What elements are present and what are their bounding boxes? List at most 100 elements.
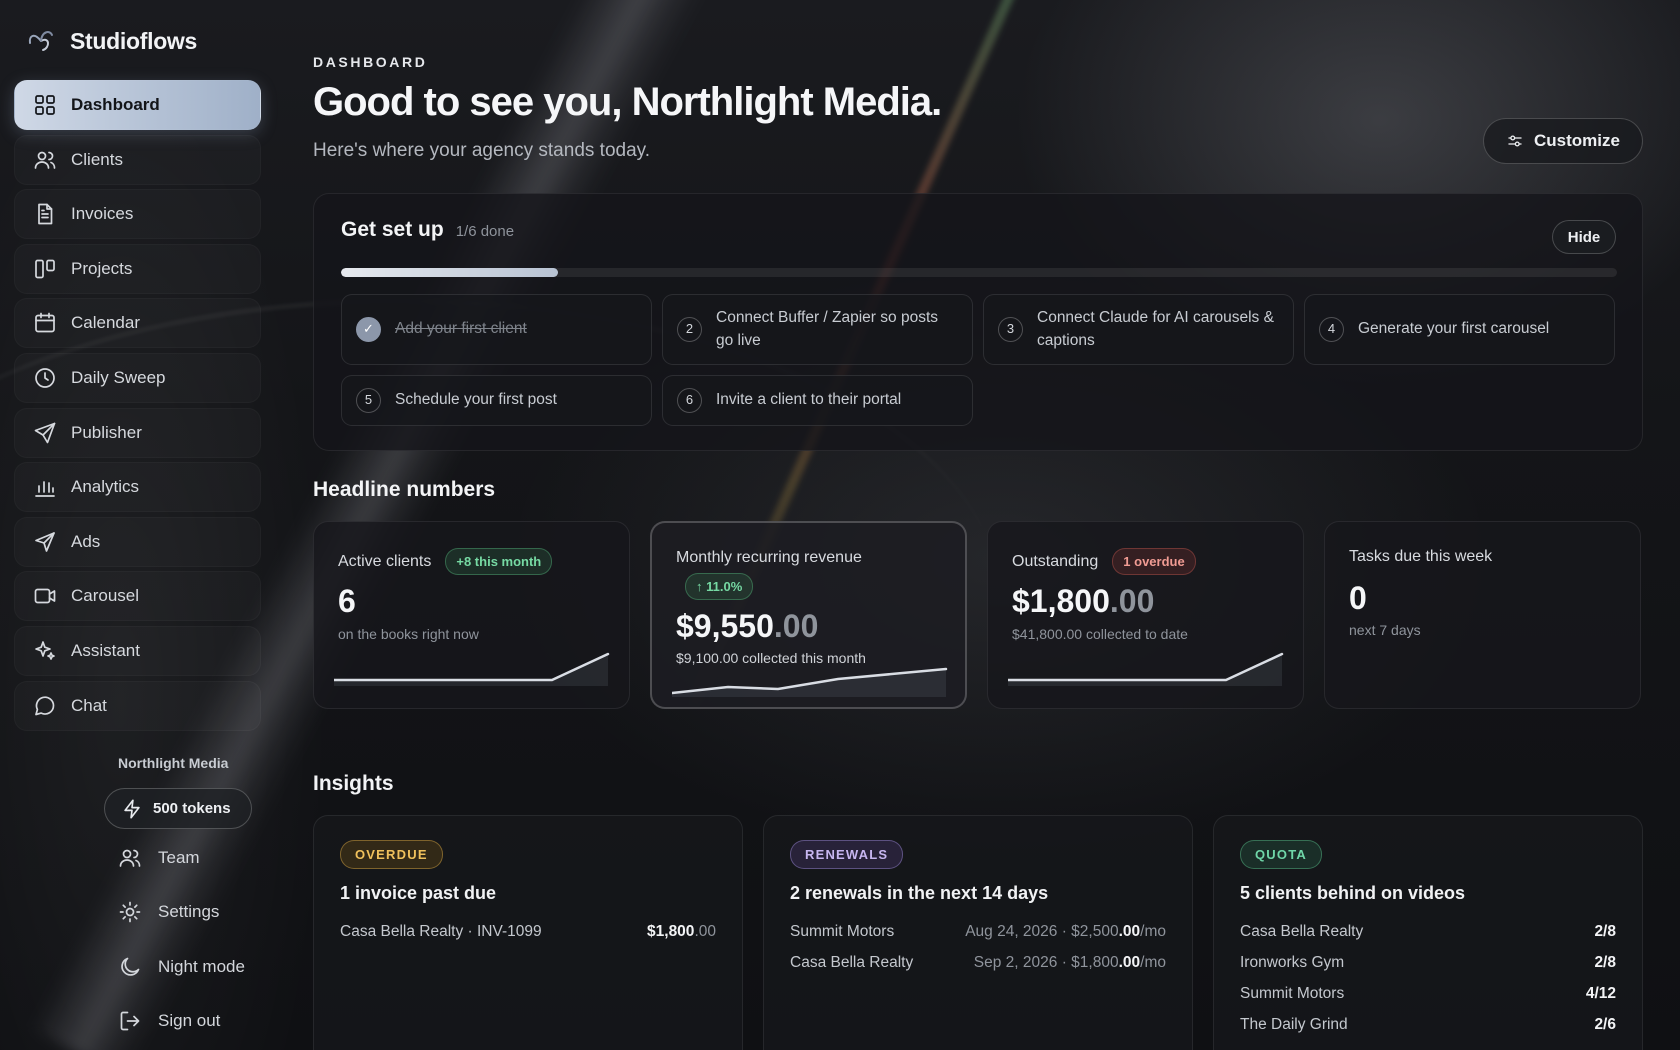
insight-title: 5 clients behind on videos <box>1240 883 1466 903</box>
brand[interactable]: Studioflows <box>26 26 197 56</box>
row-value: 2/8 <box>1594 953 1616 971</box>
navigation-icon <box>35 531 55 552</box>
users-icon <box>34 151 56 169</box>
brand-name: Studioflows <box>70 27 198 54</box>
lightning-icon <box>124 798 140 819</box>
row-amount: $1,800.00 <box>647 922 716 940</box>
sidebar-item-assistant[interactable]: Assistant <box>14 626 261 676</box>
metric-label-row: Active clients +8 this month <box>338 548 553 575</box>
insight-card-quota[interactable]: QUOTA 5 clients behind on videos Casa Be… <box>1213 815 1643 1050</box>
row-detail: Sep 2, 2026 · $1,800.00/mo <box>973 953 1166 971</box>
main-content: DASHBOARD Good to see you, Northlight Me… <box>313 0 1643 1050</box>
insight-card-renewals[interactable]: RENEWALS 2 renewals in the next 14 days … <box>763 815 1193 1050</box>
sidebar-item-label: Ads <box>71 531 101 551</box>
insight-row[interactable]: Casa Bella Realty · INV-1099 $1,800.00 <box>340 916 716 947</box>
sidebar-item-label: Invoices <box>71 204 134 224</box>
hide-setup-button[interactable]: Hide <box>1552 220 1616 254</box>
metric-value: 0 <box>1349 580 1367 616</box>
step-text: Connect Claude for AI carousels & captio… <box>1037 309 1274 349</box>
metric-sub: on the books right now <box>338 626 479 642</box>
step-number: 3 <box>998 317 1023 342</box>
insight-row[interactable]: The Daily Grind 2/6 <box>1240 1009 1616 1040</box>
setup-step-1[interactable]: ✓ Add your first client <box>341 294 652 365</box>
sign-out-icon <box>120 1011 140 1031</box>
setup-step-4[interactable]: 4 Generate your first carousel <box>1304 294 1615 365</box>
sidebar-item-label: Chat <box>71 695 107 715</box>
insight-rows: Casa Bella Realty 2/8 Ironworks Gym 2/8 … <box>1240 916 1616 1040</box>
sign-out-link[interactable]: Sign out <box>118 1009 220 1033</box>
row-label: The Daily Grind <box>1240 1015 1348 1033</box>
metric-label: Active clients <box>338 552 432 570</box>
page-eyebrow: DASHBOARD <box>313 54 428 70</box>
insight-row[interactable]: Casa Bella Realty Sep 2, 2026 · $1,800.0… <box>790 947 1166 978</box>
setup-panel: Get set up 1/6 done Hide ✓ Add your firs… <box>313 193 1643 451</box>
metric-card-mrr[interactable]: Monthly recurring revenue ↑ 11.0% $9,550… <box>650 521 967 709</box>
moon-icon <box>121 957 140 976</box>
row-label: Summit Motors <box>790 922 895 940</box>
sidebar: Studioflows Dashboard Clients Invoices P… <box>0 0 270 1050</box>
sparkline-chart <box>672 667 948 697</box>
metric-card-tasks[interactable]: Tasks due this week 0 next 7 days <box>1324 521 1641 709</box>
clock-icon <box>35 368 55 388</box>
sidebar-nav: Dashboard Clients Invoices Projects Cale… <box>14 80 261 735</box>
row-label: Summit Motors <box>1240 984 1345 1002</box>
night-mode-label: Night mode <box>158 957 245 976</box>
sidebar-item-analytics[interactable]: Analytics <box>14 462 261 512</box>
insight-row[interactable]: Summit Motors 4/12 <box>1240 978 1616 1009</box>
insight-row[interactable]: Ironworks Gym 2/8 <box>1240 947 1616 978</box>
customize-label: Customize <box>1534 131 1620 150</box>
insights-grid: OVERDUE 1 invoice past due Casa Bella Re… <box>313 815 1643 1050</box>
calendar-icon <box>35 313 55 333</box>
insight-row[interactable]: Summit Motors Aug 24, 2026 · $2,500.00/m… <box>790 916 1166 947</box>
setup-step-2[interactable]: 2 Connect Buffer / Zapier so posts go li… <box>662 294 973 365</box>
sidebar-item-carousel[interactable]: Carousel <box>14 571 261 621</box>
setup-step-6[interactable]: 6 Invite a client to their portal <box>662 375 973 426</box>
customize-button[interactable]: Customize <box>1483 118 1643 164</box>
insight-tag: RENEWALS <box>790 840 904 869</box>
row-label: Casa Bella Realty <box>790 953 914 971</box>
sidebar-item-label: Carousel <box>71 586 140 606</box>
video-icon <box>34 588 56 604</box>
metric-sub: next 7 days <box>1349 622 1421 638</box>
night-mode-toggle[interactable]: Night mode <box>118 955 245 979</box>
sidebar-item-invoices[interactable]: Invoices <box>14 189 261 239</box>
sidebar-item-publisher[interactable]: Publisher <box>14 408 261 458</box>
step-text: Generate your first carousel <box>1358 320 1550 338</box>
sidebar-item-projects[interactable]: Projects <box>14 244 261 294</box>
setup-step-3[interactable]: 3 Connect Claude for AI carousels & capt… <box>983 294 1294 365</box>
sidebar-item-dashboard[interactable]: Dashboard <box>14 80 261 130</box>
team-label: Team <box>158 848 200 867</box>
sidebar-item-label: Clients <box>71 149 123 169</box>
sidebar-item-ads[interactable]: Ads <box>14 517 261 567</box>
insight-title: 2 renewals in the next 14 days <box>790 883 1049 903</box>
metric-value: 6 <box>338 583 356 619</box>
sidebar-item-clients[interactable]: Clients <box>14 135 261 185</box>
insight-card-overdue[interactable]: OVERDUE 1 invoice past due Casa Bella Re… <box>313 815 743 1050</box>
sidebar-item-daily-sweep[interactable]: Daily Sweep <box>14 353 261 403</box>
sparkline-chart <box>1008 652 1284 686</box>
tokens-button[interactable]: 500 tokens <box>104 788 252 829</box>
sidebar-item-chat[interactable]: Chat <box>14 681 261 731</box>
sidebar-item-label: Calendar <box>71 313 140 333</box>
insight-title: 1 invoice past due <box>340 883 497 903</box>
team-link[interactable]: Team <box>118 846 200 870</box>
setup-step-5[interactable]: 5 Schedule your first post <box>341 375 652 426</box>
headline-section-title: Headline numbers <box>313 478 496 501</box>
page-subtitle: Here's where your agency stands today. <box>313 140 651 161</box>
row-value: 2/8 <box>1594 922 1616 940</box>
step-text: Connect Buffer / Zapier so posts go live <box>716 309 938 349</box>
sidebar-item-calendar[interactable]: Calendar <box>14 298 261 348</box>
row-label: Casa Bella Realty · INV-1099 <box>340 922 542 940</box>
metric-badge: +8 this month <box>445 548 553 575</box>
step-text: Schedule your first post <box>395 391 557 409</box>
step-text: Add your first client <box>395 320 527 338</box>
columns-icon <box>35 259 55 279</box>
metric-card-active-clients[interactable]: Active clients +8 this month 6 on the bo… <box>313 521 630 709</box>
metric-card-outstanding[interactable]: Outstanding 1 overdue $1,800.00 $41,800.… <box>987 521 1304 709</box>
row-value: 2/6 <box>1594 1015 1616 1033</box>
insight-row[interactable]: Casa Bella Realty 2/8 <box>1240 916 1616 947</box>
sign-out-label: Sign out <box>158 1011 221 1030</box>
metric-value: $9,550.00 <box>676 608 819 644</box>
settings-link[interactable]: Settings <box>118 900 219 924</box>
step-number: 4 <box>1319 317 1344 342</box>
